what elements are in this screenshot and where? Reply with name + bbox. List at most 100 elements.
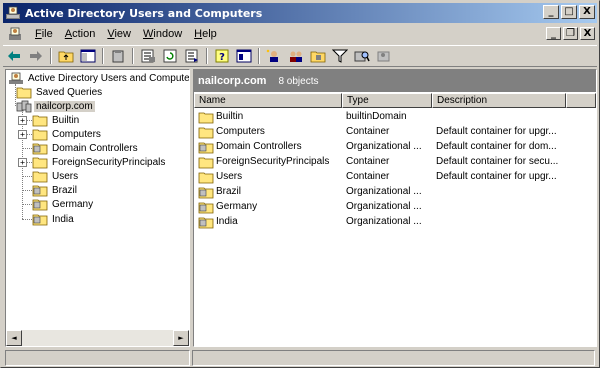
tree-item-computers[interactable]: Computers xyxy=(32,127,103,141)
list-item-type: Container xyxy=(346,126,390,137)
tree-item-users[interactable]: Users xyxy=(32,169,80,183)
tree-item-builtin[interactable]: Builtin xyxy=(32,113,81,127)
tree-item-saved-queries[interactable]: Saved Queries xyxy=(16,85,104,99)
list-item[interactable]: Computers Container Default container for … xyxy=(194,124,596,139)
expand-computers-button[interactable]: + xyxy=(18,130,27,139)
list-item-description: Default container for upgr... xyxy=(436,126,557,137)
mdi-close-button[interactable]: X xyxy=(580,27,595,40)
expand-foreignsecurityprincipals-button[interactable]: + xyxy=(18,158,27,167)
list-item[interactable]: Brazil Organizational ... xyxy=(194,184,596,199)
tree-line xyxy=(22,204,32,205)
list-item-type: builtinDomain xyxy=(346,111,407,122)
tree-item-germany[interactable]: Germany xyxy=(32,197,95,211)
list-item[interactable]: ForeignSecurityPrincipals Container Defaul… xyxy=(194,154,596,169)
menu-window-key: W xyxy=(143,28,154,40)
tree-line xyxy=(22,148,32,149)
list-item-name-cell: Germany xyxy=(194,200,342,214)
list-item[interactable]: India Organizational ... xyxy=(194,214,596,229)
tree-item-brazil[interactable]: Brazil xyxy=(32,183,79,197)
list-item[interactable]: Builtin builtinDomain xyxy=(194,109,596,124)
up-folder-icon[interactable] xyxy=(57,47,75,65)
menu-view-rest: iew xyxy=(114,28,131,40)
folder-icon xyxy=(32,171,48,183)
list-item-type: Organizational ... xyxy=(346,186,422,197)
menu-action-rest: ction xyxy=(72,28,96,40)
tree-item-india[interactable]: India xyxy=(32,212,76,226)
toolbar-separator xyxy=(132,48,134,64)
mdi-restore-button[interactable]: ❐ xyxy=(563,27,578,40)
ou-icon xyxy=(198,187,214,198)
tree-line xyxy=(22,190,32,191)
list-item-name-cell: Domain Controllers xyxy=(194,140,342,154)
expand-builtin-button[interactable]: + xyxy=(18,116,27,125)
properties-icon[interactable] xyxy=(139,47,157,65)
folder-icon xyxy=(32,129,48,141)
list-item-description: Default container for secu... xyxy=(436,156,559,167)
column-header-description[interactable]: Description xyxy=(432,93,566,108)
add-to-group-icon[interactable] xyxy=(375,47,393,65)
back-icon[interactable] xyxy=(5,47,23,65)
list-item[interactable]: Domain Controllers Organizational ... Defa… xyxy=(194,139,596,154)
list-item[interactable]: Germany Organizational ... xyxy=(194,199,596,214)
forward-icon[interactable] xyxy=(27,47,45,65)
ou-icon xyxy=(198,202,214,213)
tree-item-label: Builtin xyxy=(52,114,80,126)
tree-item-domain-controllers[interactable]: Domain Controllers xyxy=(32,141,140,155)
tree-root[interactable]: Active Directory Users and Computers [ xyxy=(8,71,190,85)
list-item-name: ForeignSecurityPrincipals xyxy=(216,156,330,167)
list-item-type: Container xyxy=(346,156,390,167)
mmc-help-icon[interactable] xyxy=(235,47,253,65)
details-pane[interactable]: nailcorp.com 8 objects Name Type Descrip… xyxy=(193,69,597,347)
list-item-description: Default container for dom... xyxy=(436,141,557,152)
column-header-name[interactable]: Name xyxy=(194,93,342,108)
new-group-icon[interactable] xyxy=(287,47,305,65)
tree-horizontal-scrollbar[interactable]: ◄ ► xyxy=(6,330,189,346)
title-bar[interactable]: Active Directory Users and Computers _ □… xyxy=(3,3,597,23)
tree-item-label: Brazil xyxy=(52,184,78,196)
close-button[interactable]: X xyxy=(579,5,595,19)
list-item-name-cell: Users xyxy=(194,170,342,184)
maximize-button[interactable]: □ xyxy=(561,5,577,19)
menu-action[interactable]: Action xyxy=(59,28,102,40)
refresh-icon[interactable] xyxy=(161,47,179,65)
console-tree[interactable]: Active Directory Users and Computers [ S… xyxy=(5,69,190,347)
find-icon[interactable] xyxy=(353,47,371,65)
list-item-name: Brazil xyxy=(216,186,242,197)
minimize-button[interactable]: _ xyxy=(543,5,559,19)
menu-help-rest: elp xyxy=(202,28,217,40)
filter-icon[interactable] xyxy=(331,47,349,65)
list-item-name: Domain Controllers xyxy=(216,141,302,152)
app-window: Active Directory Users and Computers _ □… xyxy=(0,0,600,368)
status-panel-right xyxy=(192,350,595,366)
object-count: 8 objects xyxy=(278,75,319,87)
folder-icon xyxy=(198,127,214,138)
list-item[interactable]: Users Container Default container for upgr… xyxy=(194,169,596,184)
scroll-right-button[interactable]: ► xyxy=(173,330,189,346)
column-header-type[interactable]: Type xyxy=(342,93,432,108)
tree-item-nailcorp-com[interactable]: nailcorp.com xyxy=(16,99,95,113)
ou-icon xyxy=(198,142,214,153)
tree-root-label: Active Directory Users and Computers [ xyxy=(28,72,190,84)
child-window-icon[interactable] xyxy=(7,26,23,42)
scroll-track[interactable] xyxy=(22,330,173,346)
menu-help[interactable]: Help xyxy=(188,28,223,40)
tree-line xyxy=(22,219,32,220)
delete-icon[interactable] xyxy=(109,47,127,65)
menu-view[interactable]: View xyxy=(101,28,137,40)
show-hide-tree-icon[interactable] xyxy=(79,47,97,65)
export-list-icon[interactable] xyxy=(183,47,201,65)
list-item-name-cell: Computers xyxy=(194,125,342,139)
menu-file[interactable]: File xyxy=(29,28,59,40)
folder-icon xyxy=(32,115,48,127)
column-headers: Name Type Description xyxy=(194,93,596,108)
toolbar-separator xyxy=(102,48,104,64)
tree-item-label: Computers xyxy=(52,128,101,140)
mdi-minimize-button[interactable]: _ xyxy=(546,27,561,40)
menu-window[interactable]: Window xyxy=(137,28,188,40)
menu-file-rest: ile xyxy=(41,28,53,40)
new-ou-icon[interactable] xyxy=(309,47,327,65)
scroll-left-button[interactable]: ◄ xyxy=(6,330,22,346)
help-icon[interactable]: ? xyxy=(213,47,231,65)
tree-item-foreignsecurityprincipals[interactable]: ForeignSecurityPrincipals xyxy=(32,155,167,169)
new-user-icon[interactable] xyxy=(265,47,283,65)
